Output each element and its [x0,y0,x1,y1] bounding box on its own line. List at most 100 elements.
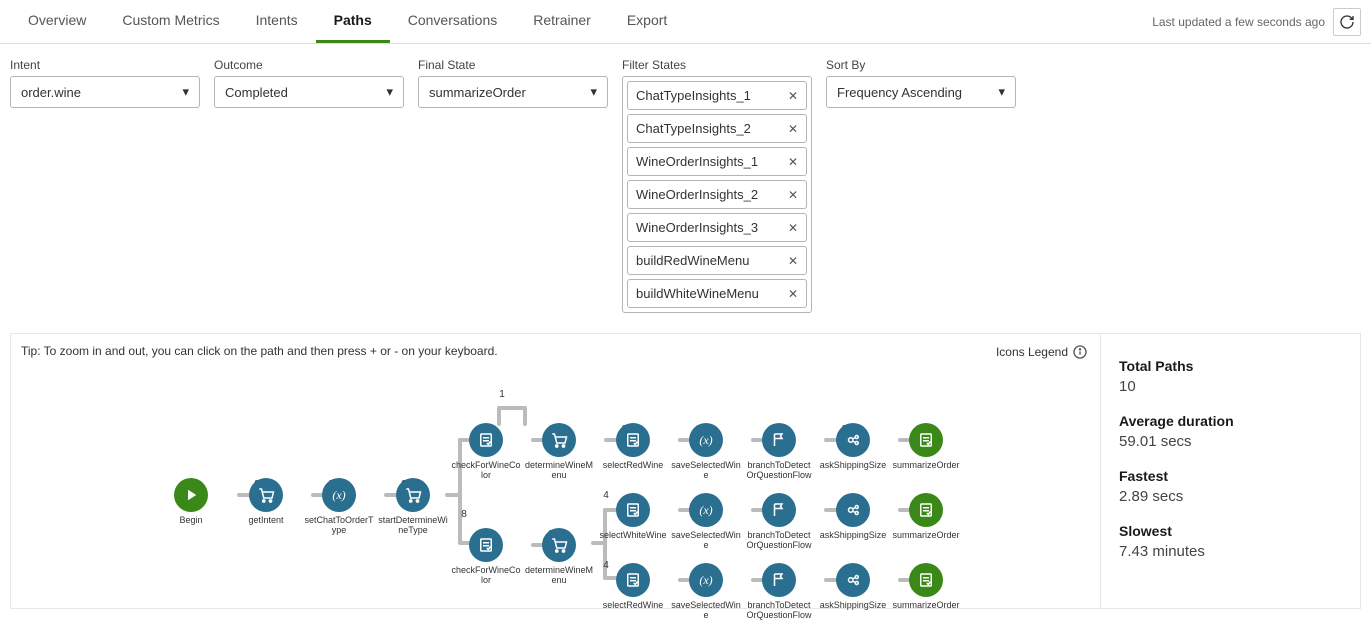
fx-icon: (x) [689,423,723,457]
chip-remove-icon[interactable]: ✕ [788,254,798,268]
flow-node-askShippingSize3[interactable]: askShippingSize [818,563,888,611]
filter-states-chips[interactable]: ChatTypeInsights_1✕ChatTypeInsights_2✕Wi… [622,76,812,313]
form-icon [469,528,503,562]
flow-node-summarize3[interactable]: summarizeOrder [891,563,961,611]
flow-node-label: getIntent [248,516,283,526]
filter-state-chip[interactable]: WineOrderInsights_1✕ [627,147,807,176]
ship-icon [836,493,870,527]
chip-remove-icon[interactable]: ✕ [788,221,798,235]
tab-retrainer[interactable]: Retrainer [515,0,609,43]
flow-node-askShippingSize1[interactable]: askShippingSize [818,423,888,471]
flow-node-label: startDetermineWineType [378,516,448,536]
flow-node-label: summarizeOrder [892,531,959,541]
final-state-select[interactable]: summarizeOrder ▾ [418,76,608,108]
tab-overview[interactable]: Overview [10,0,104,43]
stat-total-paths: Total Paths 10 [1119,358,1342,395]
flow-node-label: summarizeOrder [892,601,959,611]
info-icon [1072,344,1088,360]
sort-by-select[interactable]: Frequency Ascending ▾ [826,76,1016,108]
icons-legend-label: Icons Legend [996,345,1068,359]
chip-label: buildRedWineMenu [636,253,749,268]
tab-paths[interactable]: Paths [316,0,390,43]
flow-node-label: branchToDetectOrQuestionFlow [744,531,814,551]
filter-sort-by-label: Sort By [826,58,1016,72]
chip-label: ChatTypeInsights_2 [636,121,751,136]
filter-state-chip[interactable]: ChatTypeInsights_1 ✕ [627,81,807,110]
filter-state-chip[interactable]: WineOrderInsights_3✕ [627,213,807,242]
flow-node-saveSelectedWine1[interactable]: (x) saveSelectedWine [671,423,741,481]
outcome-select[interactable]: Completed ▾ [214,76,404,108]
filter-state-chip[interactable]: WineOrderInsights_2 ✕ [627,180,807,209]
flow-node-begin[interactable]: Begin [156,478,226,526]
stat-label: Total Paths [1119,358,1342,374]
sort-by-value: Frequency Ascending [837,85,962,100]
flow-node-checkForWineColor2[interactable]: checkForWineColor [451,528,521,586]
chip-label: WineOrderInsights_2 [636,187,758,202]
flow-node-getIntent[interactable]: getIntent [231,478,301,526]
flow-node-saveSelectedWine2[interactable]: (x)saveSelectedWine [671,493,741,551]
chip-remove-icon[interactable]: ✕ [788,188,798,202]
flow-edge-label: 1 [499,389,505,400]
chip-remove-icon[interactable]: ✕ [788,155,798,169]
filter-state-chip[interactable]: buildWhiteWineMenu✕ [627,279,807,308]
chip-remove-icon[interactable]: ✕ [788,287,798,301]
flow-node-label: saveSelectedWine [671,461,741,481]
form-icon [469,423,503,457]
paths-canvas[interactable]: Tip: To zoom in and out, you can click o… [11,334,1100,608]
caret-down-icon: ▾ [386,84,393,100]
flow-node-label: Begin [179,516,202,526]
filter-sort-by: Sort By Frequency Ascending ▾ [826,58,1016,108]
stat-label: Average duration [1119,413,1342,429]
flow-node-determineWineMenu1[interactable]: determineWineMenu [524,423,594,481]
flow-connector [497,406,525,410]
flow-diagram[interactable]: 9991111118444444441844BegingetIntent(x)s… [21,388,1090,598]
tab-conversations[interactable]: Conversations [390,0,516,43]
caret-down-icon: ▾ [590,84,597,100]
flow-node-label: branchToDetectOrQuestionFlow [744,461,814,481]
flow-node-summarize1[interactable]: summarizeOrder [891,423,961,471]
stat-avg-duration: Average duration 59.01 secs [1119,413,1342,450]
flow-node-label: askShippingSize [820,531,887,541]
flow-node-label: determineWineMenu [524,566,594,586]
flow-node-startDetermineWineType[interactable]: startDetermineWineType [378,478,448,536]
refresh-icon [1339,14,1355,30]
flow-node-askShippingSize2[interactable]: askShippingSize [818,493,888,541]
form-icon [616,563,650,597]
flow-node-summarize2[interactable]: summarizeOrder [891,493,961,541]
stat-value: 7.43 minutes [1119,543,1342,560]
refresh-button[interactable] [1333,8,1361,36]
flow-node-label: determineWineMenu [524,461,594,481]
tab-intents[interactable]: Intents [238,0,316,43]
flow-node-selectWhiteWine[interactable]: selectWhiteWine [598,493,668,541]
chip-label: ChatTypeInsights_1 [636,88,751,103]
tabs-bar: OverviewCustom MetricsIntentsPathsConver… [0,0,1371,44]
filter-intent: Intent order.wine ▾ [10,58,200,108]
form-icon [616,493,650,527]
flow-node-branch2[interactable]: branchToDetectOrQuestionFlow [744,493,814,551]
flow-node-selectRedWine1[interactable]: selectRedWine [598,423,668,471]
outcome-value: Completed [225,85,288,100]
stats-panel: Total Paths 10 Average duration 59.01 se… [1100,334,1360,608]
flow-node-branch1[interactable]: branchToDetectOrQuestionFlow [744,423,814,481]
filter-state-chip[interactable]: buildRedWineMenu ✕ [627,246,807,275]
tab-custom-metrics[interactable]: Custom Metrics [104,0,237,43]
icons-legend[interactable]: Icons Legend [996,344,1088,360]
filter-outcome-label: Outcome [214,58,404,72]
flow-node-determineWineMenu2[interactable]: determineWineMenu [524,528,594,586]
chip-remove-icon[interactable]: ✕ [788,89,798,103]
flow-node-selectRedWine2[interactable]: selectRedWine [598,563,668,611]
flow-node-setChatToOrderType[interactable]: (x)setChatToOrderType [304,478,374,536]
chip-remove-icon[interactable]: ✕ [788,122,798,136]
flow-node-label: checkForWineColor [451,566,521,586]
filter-state-chip[interactable]: ChatTypeInsights_2 ✕ [627,114,807,143]
flow-node-label: branchToDetectOrQuestionFlow [744,601,814,621]
flow-node-branch3[interactable]: branchToDetectOrQuestionFlow [744,563,814,621]
flow-node-label: selectWhiteWine [599,531,666,541]
intent-select[interactable]: order.wine ▾ [10,76,200,108]
flow-node-checkForWineColor1[interactable]: checkForWineColor [451,423,521,481]
filter-outcome: Outcome Completed ▾ [214,58,404,108]
flag-icon [762,423,796,457]
tab-export[interactable]: Export [609,0,685,43]
flow-node-saveSelectedWine3[interactable]: (x)saveSelectedWine [671,563,741,621]
stat-value: 10 [1119,378,1342,395]
